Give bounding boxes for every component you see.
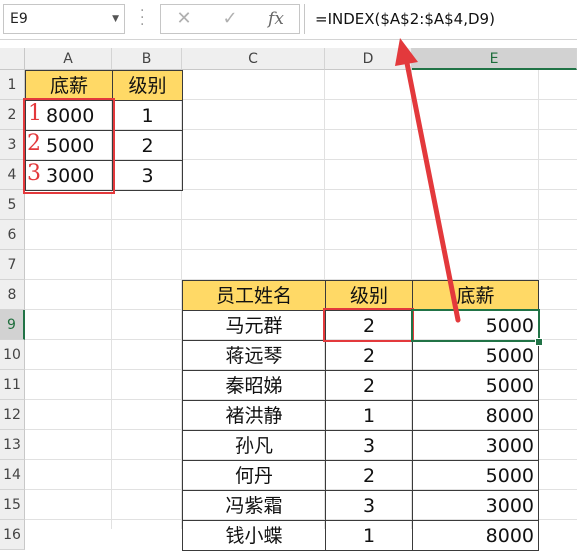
annotation-arrow xyxy=(395,38,461,323)
